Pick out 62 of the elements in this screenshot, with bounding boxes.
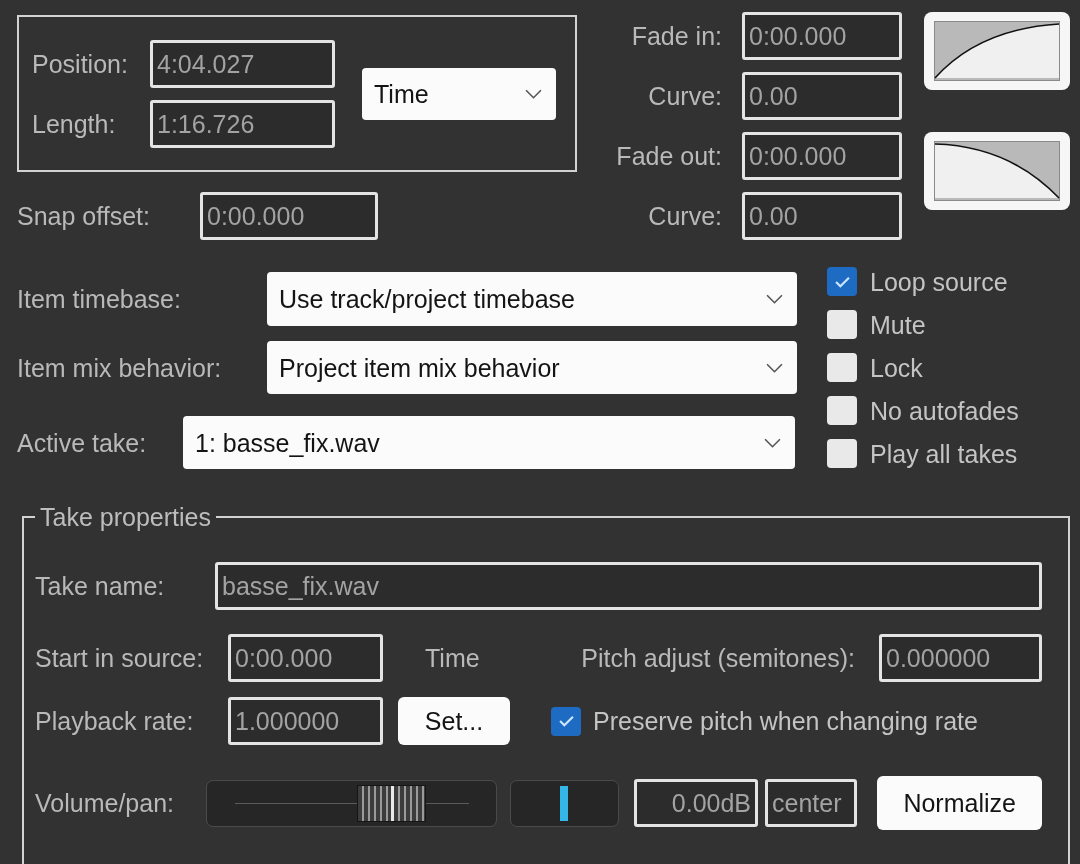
fade-in-field[interactable]: 0:00.000 xyxy=(742,12,902,60)
fade-in-label: Fade in: xyxy=(630,21,722,51)
fade-in-shape-button[interactable] xyxy=(924,12,1070,90)
dropdown-label: Item mix behavior: xyxy=(17,352,223,383)
pitch-adjust-field[interactable]: 0.000000 xyxy=(879,634,1042,682)
start-in-source-label: Start in source: xyxy=(35,643,205,673)
fade-curve-icon xyxy=(934,141,1060,201)
curve-label: Curve: xyxy=(647,201,722,231)
length-field[interactable]: 1:16.726 xyxy=(150,99,335,148)
checkbox-label[interactable]: Play all takes xyxy=(870,438,1018,469)
snap-offset-field[interactable]: 0:00.000 xyxy=(200,192,378,240)
checkbox-label[interactable]: Mute xyxy=(870,309,926,340)
time-unit-label: Time xyxy=(425,643,480,673)
checkbox[interactable] xyxy=(551,706,581,736)
pan-readout-field[interactable]: center xyxy=(765,779,858,827)
curve-label: Curve: xyxy=(647,81,722,111)
active-take-dropdown[interactable]: 1: basse_fix.wav xyxy=(183,416,795,469)
group-title: Take properties xyxy=(39,502,212,532)
position-field[interactable]: 4:04.027 xyxy=(150,39,335,88)
fade-curve-icon xyxy=(934,21,1060,81)
checkbox-label[interactable]: Loop source xyxy=(870,266,1008,297)
curve-field[interactable]: 0.00 xyxy=(742,192,902,240)
position-label: Position: xyxy=(32,48,129,79)
start-in-source-field[interactable]: 0:00.000 xyxy=(228,634,383,682)
length-label: Length: xyxy=(32,108,117,139)
chevron-down-icon xyxy=(766,362,783,373)
volume-slider-thumb[interactable] xyxy=(356,784,426,822)
fade-out-shape-button[interactable] xyxy=(924,132,1070,210)
normalize-button[interactable]: Normalize xyxy=(877,776,1042,830)
active-take-label: Active take: xyxy=(17,427,148,458)
dropdown[interactable]: Project item mix behavior xyxy=(267,341,797,394)
checkbox-label[interactable]: Lock xyxy=(870,352,923,383)
checkbox[interactable] xyxy=(827,396,857,425)
take-name-field[interactable]: basse_fix.wav xyxy=(215,562,1042,610)
checkbox[interactable] xyxy=(827,310,857,339)
pitch-adjust-label: Pitch adjust (semitones): xyxy=(581,643,855,673)
snap-offset-label: Snap offset: xyxy=(17,201,151,231)
checkbox[interactable] xyxy=(827,353,857,382)
volume-pan-label: Volume/pan: xyxy=(35,788,175,818)
pan-slider[interactable] xyxy=(509,779,619,827)
dropdown-label: Item timebase: xyxy=(17,284,182,314)
checkbox-label[interactable]: No autofades xyxy=(870,395,1019,426)
take-name-label: Take name: xyxy=(35,571,166,601)
checkmark-icon xyxy=(834,275,850,288)
playback-rate-field[interactable]: 1.000000 xyxy=(228,697,383,745)
chevron-down-icon xyxy=(766,294,783,304)
checkbox[interactable] xyxy=(827,267,857,296)
checkmark-icon xyxy=(558,715,574,727)
fade-out-label: Fade out: xyxy=(615,141,722,171)
pan-slider-thumb[interactable] xyxy=(560,785,569,821)
volume-slider[interactable] xyxy=(206,779,497,827)
chevron-down-icon xyxy=(764,437,781,448)
set-button[interactable]: Set... xyxy=(398,697,510,745)
checkbox[interactable] xyxy=(827,439,857,468)
chevron-down-icon xyxy=(525,88,542,99)
checkbox-label[interactable]: Preserve pitch when changing rate xyxy=(593,706,978,736)
fade-out-field[interactable]: 0:00.000 xyxy=(742,132,902,180)
time-format-dropdown[interactable]: Time xyxy=(362,67,556,120)
playback-rate-label: Playback rate: xyxy=(35,706,195,736)
curve-field[interactable]: 0.00 xyxy=(742,72,902,120)
dropdown[interactable]: Use track/project timebase xyxy=(267,272,797,326)
volume-readout-field[interactable]: 0.00dB xyxy=(634,779,759,827)
